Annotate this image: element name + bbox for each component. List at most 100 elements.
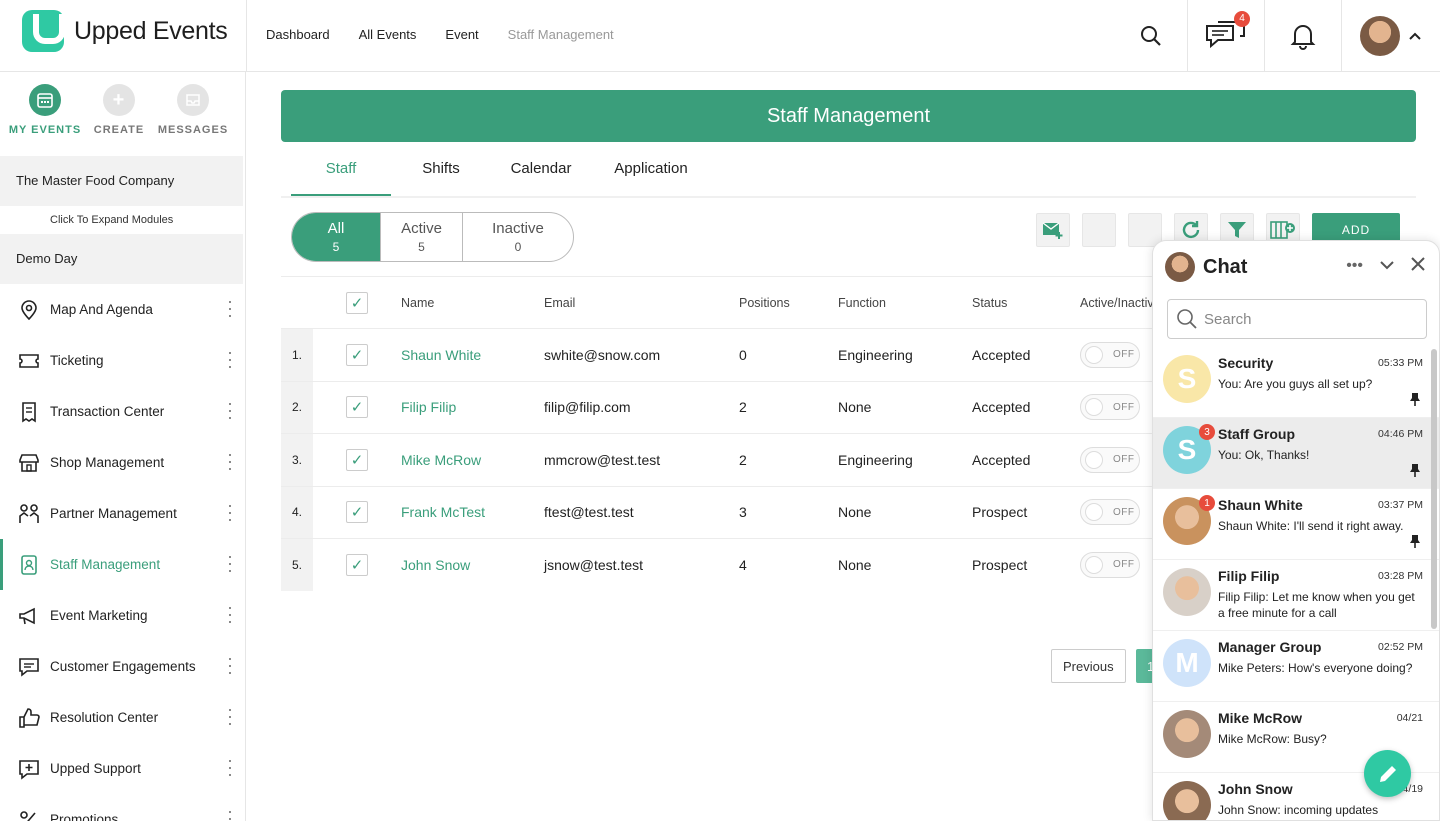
pin-icon[interactable] xyxy=(1409,392,1421,409)
staff-name-link[interactable]: Mike McRow xyxy=(401,452,544,468)
active-toggle[interactable]: OFF xyxy=(1080,446,1140,473)
active-toggle[interactable]: OFF xyxy=(1080,394,1140,421)
filter-all[interactable]: All 5 xyxy=(292,213,381,261)
more-vertical-icon[interactable]: ··· xyxy=(227,700,233,732)
select-all-checkbox[interactable]: ✓ xyxy=(346,291,368,314)
main-content: Staff Management Staff Shifts Calendar A… xyxy=(281,90,1416,683)
chat-toggle-button[interactable]: 4 xyxy=(1187,0,1264,72)
sidebar-item-event-marketing[interactable]: Event Marketing · · · xyxy=(0,590,245,641)
previous-button[interactable]: Previous xyxy=(1051,649,1126,683)
header-positions[interactable]: Positions xyxy=(739,296,838,310)
row-checkbox[interactable]: ✓ xyxy=(346,396,368,419)
row-checkbox[interactable]: ✓ xyxy=(346,343,368,366)
sidebar-item-map-and-agenda[interactable]: Map And Agenda · · · xyxy=(0,284,245,335)
table-row[interactable]: 3. ✓ Mike McRow mmcrow@test.test 2 Engineerin… xyxy=(281,433,1156,486)
sidebar-item-ticketing[interactable]: Ticketing · · · xyxy=(0,335,245,386)
sidebar-item-transaction-center[interactable]: Transaction Center · · · xyxy=(0,386,245,437)
chevron-down-icon[interactable] xyxy=(1379,257,1395,273)
staff-name-link[interactable]: Frank McTest xyxy=(401,504,544,520)
nav-dashboard[interactable]: Dashboard xyxy=(266,27,330,42)
staff-name-link[interactable]: Shaun White xyxy=(401,347,544,363)
pin-icon[interactable] xyxy=(1409,463,1421,480)
conversation-item[interactable]: 1 Shaun White Shaun White: I'll send it ri… xyxy=(1153,489,1439,560)
search-button[interactable] xyxy=(1114,0,1187,72)
staff-name-link[interactable]: Filip Filip xyxy=(401,399,544,415)
conversation-item[interactable]: M Manager Group Mike Peters: How's everyon… xyxy=(1153,631,1439,702)
notifications-button[interactable] xyxy=(1264,0,1342,72)
row-number: 4. xyxy=(281,486,313,538)
table-row[interactable]: 4. ✓ Frank McTest ftest@test.test 3 None Prosp… xyxy=(281,485,1156,538)
brand-logo[interactable]: Upped Events xyxy=(22,10,228,52)
staff-email: mmcrow@test.test xyxy=(544,451,661,468)
nav-all-events[interactable]: All Events xyxy=(359,27,417,42)
table-row[interactable]: 5. ✓ John Snow jsnow@test.test 4 None Prospect… xyxy=(281,538,1156,591)
active-toggle[interactable]: OFF xyxy=(1080,499,1140,526)
event-name[interactable]: Demo Day xyxy=(0,234,243,284)
more-vertical-icon[interactable]: ··· xyxy=(227,598,233,630)
more-vertical-icon[interactable]: ··· xyxy=(227,649,233,681)
toggle-knob xyxy=(1085,555,1103,574)
tab-application[interactable]: Application xyxy=(591,142,711,196)
tab-my-events[interactable]: MY EVENTS xyxy=(8,84,82,156)
staff-email: jsnow@test.test xyxy=(544,556,644,573)
header-name[interactable]: Name xyxy=(401,296,544,310)
invite-email-button[interactable] xyxy=(1036,213,1070,247)
badge-icon xyxy=(18,554,40,576)
chat-search[interactable]: Search xyxy=(1167,299,1427,339)
breadcrumb: Dashboard All Events Event Staff Managem… xyxy=(266,27,614,42)
header-email[interactable]: Email xyxy=(544,296,739,310)
more-vertical-icon[interactable]: ··· xyxy=(227,547,233,579)
filter-active[interactable]: Active 5 xyxy=(381,213,463,261)
tab-staff[interactable]: Staff xyxy=(291,142,391,196)
conversation-item[interactable]: S 3 Staff Group You: Ok, Thanks! 04:46 PM xyxy=(1153,418,1439,489)
expand-modules-link[interactable]: Click To Expand Modules xyxy=(0,206,245,234)
more-vertical-icon[interactable]: ··· xyxy=(227,802,233,821)
more-vertical-icon[interactable]: ··· xyxy=(227,394,233,426)
header-function[interactable]: Function xyxy=(838,296,972,310)
toggle-label: OFF xyxy=(1113,401,1135,413)
table-row[interactable]: 2. ✓ Filip Filip filip@filip.com 2 None Accept… xyxy=(281,380,1156,433)
sidebar-item-resolution-center[interactable]: Resolution Center · · · xyxy=(0,692,245,743)
tab-shifts[interactable]: Shifts xyxy=(391,142,491,196)
conversation-item[interactable]: S Security You: Are you guys all set up? 05… xyxy=(1153,347,1439,418)
sidebar-item-shop-management[interactable]: Shop Management · · · xyxy=(0,437,245,488)
active-toggle[interactable]: OFF xyxy=(1080,551,1140,578)
header-status[interactable]: Status xyxy=(972,296,1080,310)
filter-count: 5 xyxy=(418,240,425,254)
more-vertical-icon[interactable]: ··· xyxy=(227,496,233,528)
more-icon[interactable]: ••• xyxy=(1346,257,1363,275)
header-active[interactable]: Active/Inactive xyxy=(1080,296,1161,310)
blank-action-1[interactable] xyxy=(1082,213,1116,247)
table-header: ✓ Name Email Positions Function Status A… xyxy=(281,276,1161,328)
row-checkbox[interactable]: ✓ xyxy=(346,501,368,524)
table-row[interactable]: 1. ✓ Shaun White swhite@snow.com 0 Engineerin… xyxy=(281,328,1156,381)
tab-create[interactable]: + CREATE xyxy=(82,84,156,156)
sidebar-item-staff-management[interactable]: Staff Management · · · xyxy=(0,539,245,590)
more-vertical-icon[interactable]: ··· xyxy=(227,343,233,375)
more-vertical-icon[interactable]: ··· xyxy=(227,445,233,477)
row-checkbox[interactable]: ✓ xyxy=(346,553,368,576)
active-toggle[interactable]: OFF xyxy=(1080,341,1140,368)
compose-button[interactable] xyxy=(1364,750,1411,797)
tab-messages[interactable]: MESSAGES xyxy=(156,84,230,156)
more-vertical-icon[interactable]: ··· xyxy=(227,292,233,324)
filter-inactive[interactable]: Inactive 0 xyxy=(463,213,573,261)
sidebar-item-customer-engagements[interactable]: Customer Engagements · · · xyxy=(0,641,245,692)
row-checkbox[interactable]: ✓ xyxy=(346,448,368,471)
conversation-item[interactable]: Filip Filip Filip Filip: Let me know when… xyxy=(1153,560,1439,631)
more-vertical-icon[interactable]: ··· xyxy=(227,751,233,783)
pin-icon[interactable] xyxy=(1409,534,1421,551)
company-name[interactable]: The Master Food Company xyxy=(0,156,243,206)
row-number: 1. xyxy=(281,329,313,381)
user-menu[interactable] xyxy=(1342,0,1440,72)
support-icon xyxy=(18,758,40,780)
sidebar-item-partner-management[interactable]: Partner Management · · · xyxy=(0,488,245,539)
chat-scrollbar[interactable] xyxy=(1431,349,1437,629)
nav-event[interactable]: Event xyxy=(445,27,478,42)
staff-name-link[interactable]: John Snow xyxy=(401,557,544,573)
tab-calendar[interactable]: Calendar xyxy=(491,142,591,196)
close-icon[interactable] xyxy=(1411,257,1425,271)
staff-function: None xyxy=(838,556,872,573)
sidebar-item-upped-support[interactable]: Upped Support · · · xyxy=(0,743,245,794)
sidebar-item-promotions[interactable]: Promotions ··· xyxy=(0,794,245,821)
